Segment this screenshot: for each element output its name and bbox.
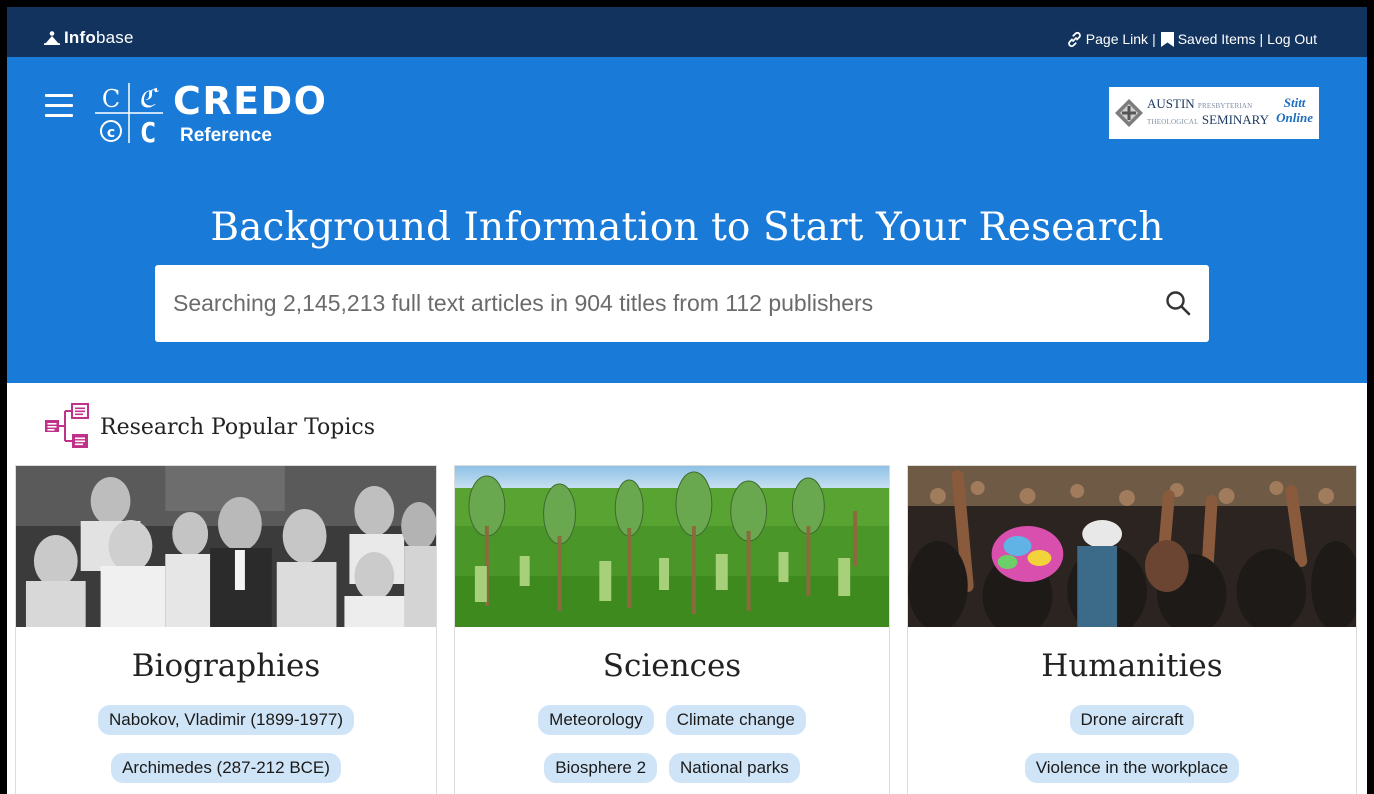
family-photo-image [16,466,436,627]
topic-chip[interactable]: Climate change [665,705,806,735]
topic-card-humanities[interactable]: Humanities Drone aircraft Violence in th… [907,465,1357,794]
top-bar: Infobase Page Link | Saved Items | Log O… [7,7,1367,57]
log-out-link[interactable]: Log Out [1267,31,1317,47]
hero-banner: C ℭ c C CREDO Reference AUSTIN PRESBYTER… [7,57,1367,383]
humanities-photo[interactable] [908,466,1356,627]
topic-chip[interactable]: Biosphere 2 [544,753,658,783]
online-label: Online [1276,110,1313,125]
seminary-name: AUSTIN PRESBYTERIAN THEOLOGICAL SEMINARY [1147,97,1269,129]
stitt-label: Stitt [1283,95,1306,110]
saved-items-label: Saved Items [1177,31,1256,47]
svg-text:C: C [140,116,157,149]
protest-crowd-image [908,466,1356,627]
credo-subtitle: Reference [180,125,272,146]
sciences-photo[interactable] [455,466,889,627]
chip-row: Biosphere 2 National parks [455,753,889,783]
bookmark-icon [1160,31,1174,47]
topic-chip[interactable]: Archimedes (287-212 BCE) [111,753,341,783]
card-title[interactable]: Biographies [16,648,436,684]
chip-row: Archimedes (287-212 BCE) [16,753,436,783]
chip-row: Nabokov, Vladimir (1899-1977) [16,705,436,735]
page-link-label: Page Link [1085,31,1149,47]
card-title[interactable]: Sciences [455,648,889,684]
seminary-name-main: AUSTIN [1147,96,1195,111]
page-frame: Infobase Page Link | Saved Items | Log O… [7,7,1367,794]
topic-chip[interactable]: Drone aircraft [1069,705,1195,735]
top-bar-links: Page Link | Saved Items | Log Out [1066,30,1317,48]
topic-card-sciences[interactable]: Sciences Meteorology Climate change Bios… [454,465,890,794]
seminary-name-small-1: PRESBYTERIAN [1197,102,1253,110]
topic-chip[interactable]: Violence in the workplace [1024,753,1240,783]
topic-tree-icon [45,403,89,448]
infobase-brand-light: base [95,28,134,47]
search-input[interactable] [173,265,1133,342]
topic-chip[interactable]: Nabokov, Vladimir (1899-1977) [97,705,355,735]
stitt-online-label: Stitt Online [1276,95,1313,125]
search-box [155,265,1209,342]
separator: | [1259,31,1264,47]
svg-text:C: C [102,85,120,113]
chip-row: Meteorology Climate change [455,705,889,735]
page-link-button[interactable]: Page Link [1066,31,1148,48]
chain-link-icon [1067,31,1081,47]
svg-text:ℭ: ℭ [138,84,160,114]
svg-text:c: c [107,125,115,141]
chip-row: Drone aircraft [908,705,1356,735]
separator: | [1152,31,1156,47]
infobase-brand-bold: Info [64,28,96,47]
infobase-logo[interactable]: Infobase [44,28,134,47]
hamburger-menu-icon[interactable] [45,94,75,118]
austin-seminary-logo[interactable]: AUSTIN PRESBYTERIAN THEOLOGICAL SEMINARY… [1109,87,1319,139]
research-topics-title: Research Popular Topics [100,414,376,440]
topic-chip[interactable]: National parks [669,753,800,783]
research-topics-heading: Research Popular Topics [44,402,375,452]
saved-items-button[interactable]: Saved Items [1160,31,1256,48]
credo-wordmark: CREDO [173,79,328,123]
chip-row: Violence in the workplace [908,753,1356,783]
tree-saplings-image [455,466,889,627]
person-mountain-icon [44,31,60,45]
seminary-emblem-icon [1115,99,1143,127]
topic-card-biographies[interactable]: Biographies Nabokov, Vladimir (1899-1977… [15,465,437,794]
seminary-name-small-2: THEOLOGICAL [1147,118,1199,126]
hero-title: Background Information to Start Your Res… [210,205,1164,250]
card-title[interactable]: Humanities [908,648,1356,684]
biographies-photo[interactable] [16,466,436,627]
search-icon[interactable] [1165,290,1191,316]
seminary-name-main-2: SEMINARY [1201,112,1270,127]
topic-chip[interactable]: Meteorology [538,705,654,735]
